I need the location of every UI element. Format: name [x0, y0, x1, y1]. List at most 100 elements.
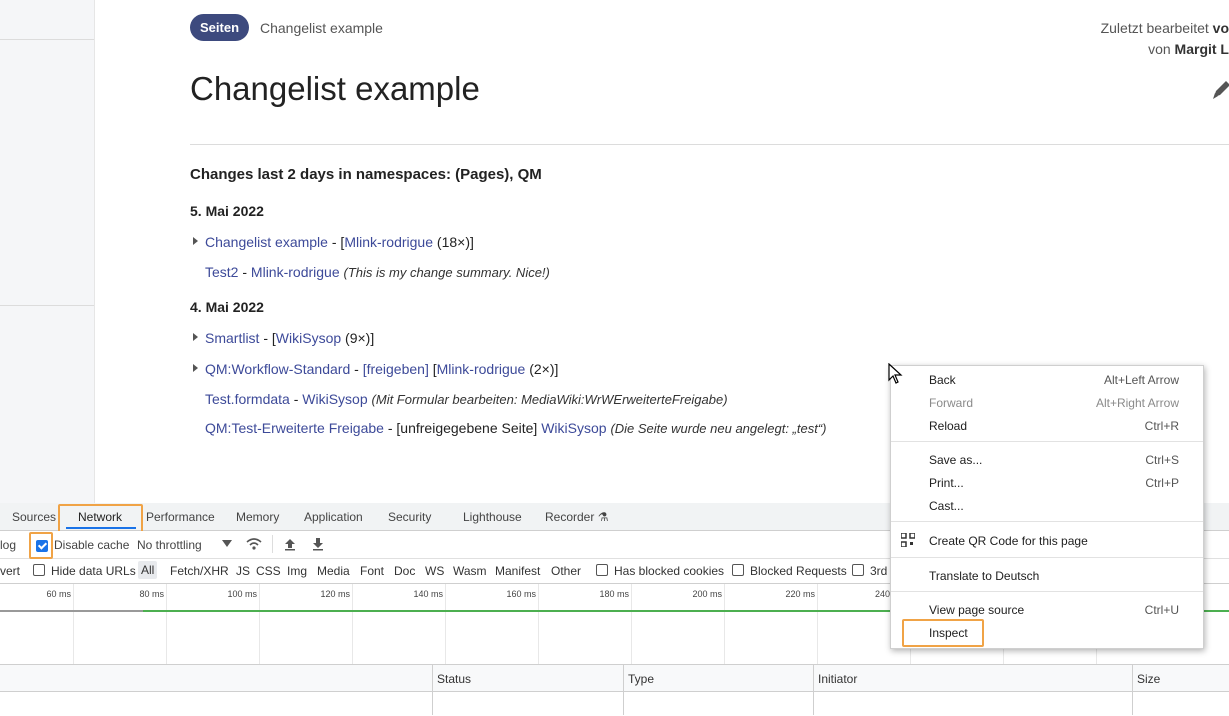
menu-item-reload[interactable]: Reload Ctrl+R: [891, 415, 1203, 438]
export-har-icon[interactable]: [312, 537, 324, 551]
filter-font[interactable]: Font: [360, 564, 384, 578]
menu-item-save-as[interactable]: Save as... Ctrl+S: [891, 449, 1203, 472]
user-link[interactable]: WikiSysop: [541, 420, 606, 436]
hide-data-urls-label[interactable]: Hide data URLs: [51, 564, 136, 578]
tab-memory[interactable]: Memory: [236, 510, 279, 524]
user-link[interactable]: Mlink-rodrigue: [344, 234, 433, 250]
qr-code-icon: [901, 533, 915, 547]
breadcrumb[interactable]: Changelist example: [260, 20, 383, 36]
menu-item-create-qr-code[interactable]: Create QR Code for this page: [891, 530, 1203, 553]
separator: -: [289, 391, 303, 407]
disable-cache-highlight: [29, 532, 53, 559]
namespace-badge[interactable]: Seiten: [190, 14, 250, 41]
list-item: Test.formdata - WikiSysop (Mit Formular …: [193, 391, 728, 407]
column-initiator[interactable]: Initiator: [818, 672, 857, 686]
timeline-bar: [0, 610, 143, 612]
tick-label: 100 ms: [227, 589, 257, 599]
last-edited-date: vo: [1212, 20, 1229, 36]
change-count: (2×): [525, 361, 555, 377]
edit-pencil-icon[interactable]: [1211, 78, 1229, 100]
column-size[interactable]: Size: [1137, 672, 1160, 686]
separator: -: [327, 234, 341, 250]
tick-label: 120 ms: [320, 589, 350, 599]
network-conditions-icon[interactable]: [246, 537, 264, 551]
tab-application[interactable]: Application: [304, 510, 363, 524]
tick-label: 240: [874, 589, 890, 599]
list-item: Smartlist - [WikiSysop (9×)]: [193, 330, 374, 346]
last-edited-label: Zuletzt bearbeitet: [1100, 20, 1209, 36]
page-link[interactable]: Test.formdata: [205, 391, 290, 407]
list-item: QM:Workflow-Standard - [freigeben] [Mlin…: [193, 361, 558, 377]
user-link[interactable]: Mlink-rodrigue: [251, 264, 340, 280]
filter-other[interactable]: Other: [551, 564, 581, 578]
filter-manifest[interactable]: Manifest: [495, 564, 540, 578]
filter-js[interactable]: JS: [236, 564, 250, 578]
tab-lighthouse[interactable]: Lighthouse: [463, 510, 522, 524]
disable-cache-label[interactable]: Disable cache: [54, 538, 129, 552]
user-link[interactable]: WikiSysop: [302, 391, 367, 407]
blocked-requests-label[interactable]: Blocked Requests: [750, 564, 847, 578]
menu-divider: [891, 521, 1203, 522]
menu-divider: [891, 557, 1203, 558]
has-blocked-cookies-checkbox[interactable]: [596, 564, 608, 576]
edited-by-label: von: [1148, 41, 1171, 57]
invert-label[interactable]: vert: [0, 564, 20, 578]
column-status[interactable]: Status: [437, 672, 471, 686]
expand-arrow-icon[interactable]: [193, 237, 198, 246]
list-item: QM:Test-Erweiterte Freigabe - [unfreigeg…: [193, 420, 827, 436]
menu-item-print[interactable]: Print... Ctrl+P: [891, 472, 1203, 495]
menu-item-cast[interactable]: Cast...: [891, 495, 1203, 518]
tick-label: 80 ms: [139, 589, 164, 599]
list-item: Test2 - Mlink-rodrigue (This is my chang…: [193, 264, 550, 280]
filter-css[interactable]: CSS: [256, 564, 281, 578]
page-link[interactable]: Test2: [205, 264, 238, 280]
tab-sources[interactable]: Sources: [12, 510, 56, 524]
context-menu: Back Alt+Left Arrow Forward Alt+Right Arro…: [890, 365, 1204, 649]
filter-wasm[interactable]: Wasm: [453, 564, 487, 578]
filter-ws[interactable]: WS: [425, 564, 444, 578]
expand-arrow-icon[interactable]: [193, 333, 198, 342]
page-link[interactable]: QM:Workflow-Standard: [205, 361, 350, 377]
chevron-down-icon[interactable]: [222, 540, 232, 548]
edited-by-user[interactable]: Margit L: [1175, 41, 1229, 57]
blocked-requests-checkbox[interactable]: [732, 564, 744, 576]
last-edited-by: von Margit L: [1148, 41, 1229, 57]
flask-icon: ⚗: [597, 510, 609, 524]
menu-item-back[interactable]: Back Alt+Left Arrow: [891, 369, 1203, 392]
filter-doc[interactable]: Doc: [394, 564, 415, 578]
expand-arrow-icon[interactable]: [193, 364, 198, 373]
page-link[interactable]: Smartlist: [205, 330, 259, 346]
filter-media[interactable]: Media: [317, 564, 350, 578]
third-party-checkbox[interactable]: [852, 564, 864, 576]
hide-data-urls-checkbox[interactable]: [33, 564, 45, 576]
filter-all[interactable]: All: [138, 561, 158, 579]
filter-img[interactable]: Img: [287, 564, 307, 578]
network-tab-highlight: [58, 504, 143, 533]
column-divider: [813, 665, 814, 715]
tag-link[interactable]: [freigeben]: [363, 361, 429, 377]
third-party-label[interactable]: 3rd: [870, 564, 887, 578]
has-blocked-cookies-label[interactable]: Has blocked cookies: [614, 564, 724, 578]
tag-text: [unfreigegebene Seite]: [396, 420, 538, 436]
toolbar-divider: [272, 535, 273, 553]
throttling-select[interactable]: No throttling: [137, 538, 202, 552]
tick-label: 60 ms: [46, 589, 71, 599]
menu-item-translate[interactable]: Translate to Deutsch: [891, 565, 1203, 588]
page-link[interactable]: QM:Test-Erweiterte Freigabe: [205, 420, 384, 436]
tab-security[interactable]: Security: [388, 510, 431, 524]
import-har-icon[interactable]: [284, 537, 296, 551]
column-divider: [432, 665, 433, 715]
filter-fetch-xhr[interactable]: Fetch/XHR: [170, 564, 229, 578]
column-type[interactable]: Type: [628, 672, 654, 686]
menu-item-forward[interactable]: Forward Alt+Right Arrow: [891, 392, 1203, 415]
date-heading: 5. Mai 2022: [190, 203, 264, 219]
tab-recorder[interactable]: Recorder ⚗: [545, 510, 608, 524]
separator: -: [238, 264, 251, 280]
menu-divider: [891, 591, 1203, 592]
tab-performance[interactable]: Performance: [146, 510, 215, 524]
user-link[interactable]: WikiSysop: [276, 330, 341, 346]
left-sidebar: [0, 0, 95, 503]
user-link[interactable]: Mlink-rodrigue: [437, 361, 526, 377]
page-link[interactable]: Changelist example: [205, 234, 328, 250]
preserve-log-label[interactable]: log: [0, 538, 16, 552]
